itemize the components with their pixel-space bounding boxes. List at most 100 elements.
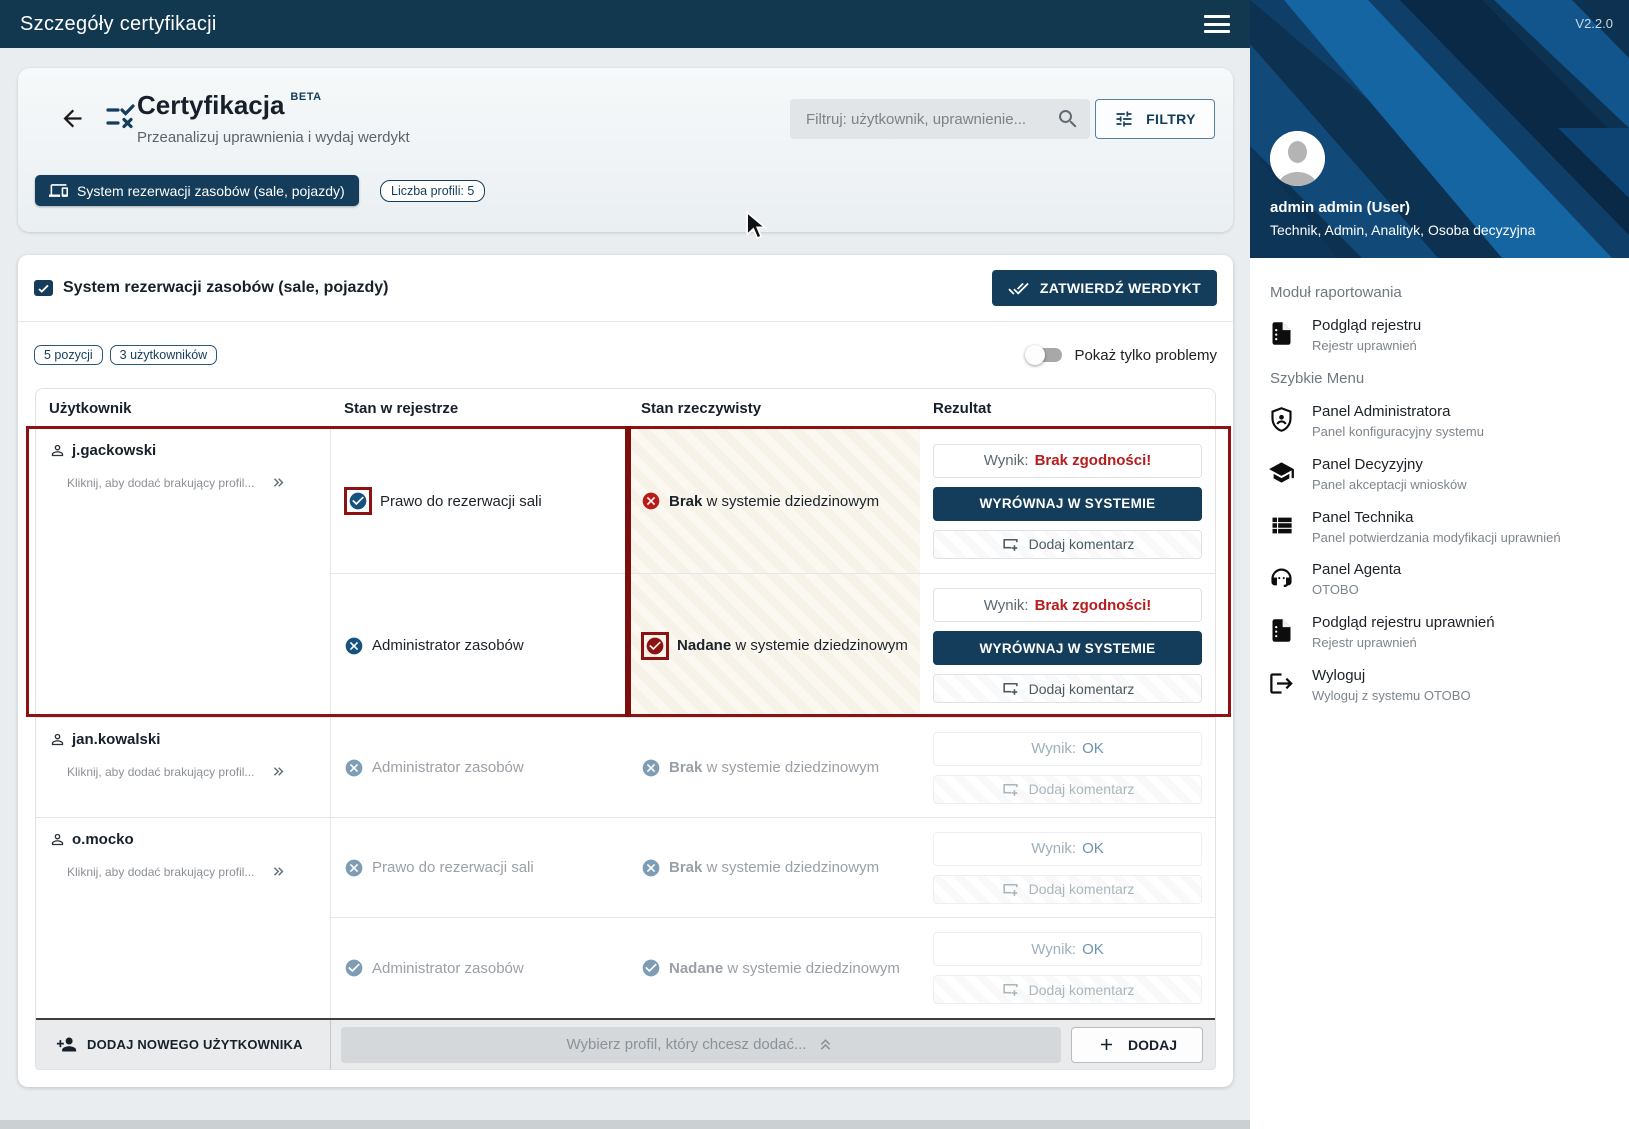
filters-button[interactable]: FILTRY bbox=[1095, 99, 1215, 139]
add-comment-icon bbox=[1002, 883, 1018, 896]
column-header-actual: Stan rzeczywisty bbox=[641, 399, 762, 417]
person-icon bbox=[51, 444, 64, 457]
check-circle-icon bbox=[349, 492, 367, 510]
result-cell: Wynik: OK Dodaj komentarz bbox=[920, 818, 1215, 917]
actual-state-cell: Brak w systemie dziedzinowym bbox=[628, 718, 920, 817]
bottom-edge bbox=[0, 1120, 1250, 1129]
result-cell: Wynik: Brak zgodności! WYRÓWNAJ W SYSTEM… bbox=[920, 429, 1215, 573]
sidebar-item-wyloguj[interactable]: Wyloguj Wyloguj z systemu OTOBO bbox=[1250, 667, 1629, 706]
user-name: jan.kowalski bbox=[72, 731, 161, 748]
add-comment-button[interactable]: Dodaj komentarz bbox=[933, 874, 1202, 904]
double-chevron-right-icon bbox=[274, 767, 284, 776]
app-version: V2.2.0 bbox=[1575, 16, 1613, 31]
add-comment-button[interactable]: Dodaj komentarz bbox=[933, 975, 1202, 1004]
person-add-icon bbox=[56, 1037, 77, 1052]
beta-badge: BETA bbox=[290, 91, 322, 103]
align-in-system-button[interactable]: WYRÓWNAJ W SYSTEMIE bbox=[933, 486, 1202, 521]
user-cell: o.mocko Kliknij, aby dodać brakujący pro… bbox=[36, 818, 331, 1018]
card-title: Certyfikacja BETA bbox=[137, 90, 322, 120]
annotation-highlight-box bbox=[641, 631, 669, 660]
certification-table: Użytkownik Stan w rejestrze Stan rzeczyw… bbox=[35, 388, 1216, 1070]
sidebar-item-panel-decyzyjny[interactable]: Panel Decyzyjny Panel akceptacji wnioskó… bbox=[1250, 456, 1629, 495]
search-input[interactable] bbox=[790, 99, 1090, 139]
column-header-user: Użytkownik bbox=[49, 399, 132, 417]
profile-select[interactable]: Wybierz profil, który chcesz dodać... bbox=[341, 1026, 1061, 1063]
geometric-pattern bbox=[1250, 0, 1629, 258]
add-comment-icon bbox=[1002, 783, 1018, 796]
actual-state-cell: Nadane w systemie dziedzinowym bbox=[628, 574, 920, 717]
actual-state-cell: Nadane w systemie dziedzinowym bbox=[628, 918, 920, 1018]
add-missing-profile-link[interactable]: Kliknij, aby dodać brakujący profil... bbox=[49, 863, 320, 880]
list-icon bbox=[1250, 509, 1312, 548]
align-in-system-button[interactable]: WYRÓWNAJ W SYSTEMIE bbox=[933, 631, 1202, 665]
positions-chip: 5 pozycji bbox=[34, 345, 103, 365]
add-comment-icon bbox=[1002, 983, 1018, 996]
sidebar-item-panel-agenta[interactable]: Panel Agenta OTOBO bbox=[1250, 561, 1629, 600]
tune-icon bbox=[1116, 111, 1132, 127]
actual-state-cell: Brak w systemie dziedzinowym bbox=[628, 818, 920, 917]
sidebar-user-roles: Technik, Admin, Analityk, Osoba decyzyjn… bbox=[1270, 222, 1536, 238]
user-name: o.mocko bbox=[72, 831, 134, 848]
certification-header-card: Certyfikacja BETA Przeanalizuj uprawnieni… bbox=[18, 68, 1233, 232]
add-comment-button[interactable]: Dodaj komentarz bbox=[933, 674, 1202, 703]
sidebar-item-panel-administratora[interactable]: Panel Administratora Panel konfiguracyjn… bbox=[1250, 403, 1629, 442]
sidebar-item-panel-technika[interactable]: Panel Technika Panel potwierdzania modyf… bbox=[1250, 509, 1629, 548]
add-new-user-button[interactable]: DODAJ NOWEGO UŻYTKOWNIKA bbox=[36, 1020, 331, 1069]
add-comment-icon bbox=[1002, 682, 1018, 695]
cancel-circle-icon bbox=[642, 759, 660, 776]
toggle-label: Pokaż tylko problemy bbox=[1074, 346, 1217, 364]
registry-state-cell: Administrator zasobów bbox=[331, 918, 628, 1018]
sidebar-hero: V2.2.0 admin admin (User) Technik, Admin… bbox=[1250, 0, 1629, 258]
result-cell: Wynik: OK Dodaj komentarz bbox=[920, 918, 1215, 1018]
devices-icon bbox=[49, 184, 68, 197]
result-cell: Wynik: OK Dodaj komentarz bbox=[920, 718, 1215, 817]
user-cell: j.gackowski Kliknij, aby dodać brakujący… bbox=[36, 429, 331, 717]
page-title: Szczegóły certyfikacji bbox=[20, 12, 217, 35]
menu-section-header: Moduł raportowania bbox=[1270, 284, 1402, 301]
user-name: j.gackowski bbox=[72, 442, 157, 459]
result-cell: Wynik: Brak zgodności! WYRÓWNAJ W SYSTEM… bbox=[920, 574, 1215, 717]
add-comment-button[interactable]: Dodaj komentarz bbox=[933, 529, 1202, 559]
cancel-circle-icon bbox=[345, 859, 363, 876]
top-app-bar: Szczegóły certyfikacji bbox=[0, 0, 1250, 48]
panel-chips-row: 5 pozycji 3 użytkowników Pokaż tylko pro… bbox=[18, 322, 1233, 388]
profiles-count-chip: Liczba profili: 5 bbox=[380, 180, 486, 202]
arrow-back-icon bbox=[63, 109, 81, 128]
media-folder-icon bbox=[34, 280, 53, 296]
sidebar-item-podglad-rejestru-uprawnien[interactable]: Podgląd rejestru uprawnień Rejestr upraw… bbox=[1250, 614, 1629, 653]
user-group-row: jan.kowalski Kliknij, aby dodać brakując… bbox=[36, 717, 1215, 817]
hamburger-menu-icon[interactable] bbox=[1204, 15, 1230, 33]
double-chevron-up-icon bbox=[821, 1039, 831, 1050]
search-icon bbox=[1058, 109, 1077, 128]
person-icon bbox=[51, 833, 64, 846]
problems-only-toggle[interactable] bbox=[1025, 345, 1063, 365]
double-chevron-right-icon bbox=[274, 867, 284, 876]
check-circle-icon bbox=[642, 959, 660, 977]
registry-state-cell: Administrator zasobów bbox=[331, 718, 628, 817]
add-button[interactable]: DODAJ bbox=[1071, 1026, 1203, 1063]
add-missing-profile-link[interactable]: Kliknij, aby dodać brakujący profil... bbox=[49, 474, 320, 491]
logout-icon bbox=[1250, 667, 1312, 706]
add-comment-button[interactable]: Dodaj komentarz bbox=[933, 774, 1202, 804]
user-group-row: j.gackowski Kliknij, aby dodać brakujący… bbox=[36, 428, 1215, 717]
user-cell: jan.kowalski Kliknij, aby dodać brakując… bbox=[36, 718, 331, 817]
result-status: Wynik: Brak zgodności! bbox=[933, 588, 1202, 622]
result-status: Wynik: OK bbox=[933, 932, 1202, 966]
back-button[interactable] bbox=[58, 105, 86, 133]
cancel-circle-icon bbox=[345, 759, 363, 776]
sidebar-item-podglad-rejestru[interactable]: Podgląd rejestru Rejestr uprawnień bbox=[1250, 317, 1629, 356]
approve-verdict-button[interactable]: ZATWIERDŹ WERDYKT bbox=[991, 270, 1217, 306]
graduation-cap-icon bbox=[1250, 456, 1312, 495]
users-chip: 3 użytkowników bbox=[109, 345, 218, 365]
check-circle-icon bbox=[345, 959, 363, 977]
check-circle-icon bbox=[646, 637, 664, 654]
cancel-circle-icon bbox=[642, 859, 660, 876]
user-group-row: o.mocko Kliknij, aby dodać brakujący pro… bbox=[36, 817, 1215, 1018]
avatar[interactable] bbox=[1270, 131, 1325, 186]
right-sidebar: V2.2.0 admin admin (User) Technik, Admin… bbox=[1250, 0, 1629, 1129]
add-missing-profile-link[interactable]: Kliknij, aby dodać brakujący profil... bbox=[49, 763, 320, 780]
registry-state-cell: Prawo do rezerwacji sali bbox=[331, 818, 628, 917]
sidebar-menu: Moduł raportowania Podgląd rejestru Reje… bbox=[1250, 258, 1629, 706]
system-chip[interactable]: System rezerwacji zasobów (sale, pojazdy… bbox=[35, 175, 359, 206]
double-check-icon bbox=[1008, 282, 1029, 295]
